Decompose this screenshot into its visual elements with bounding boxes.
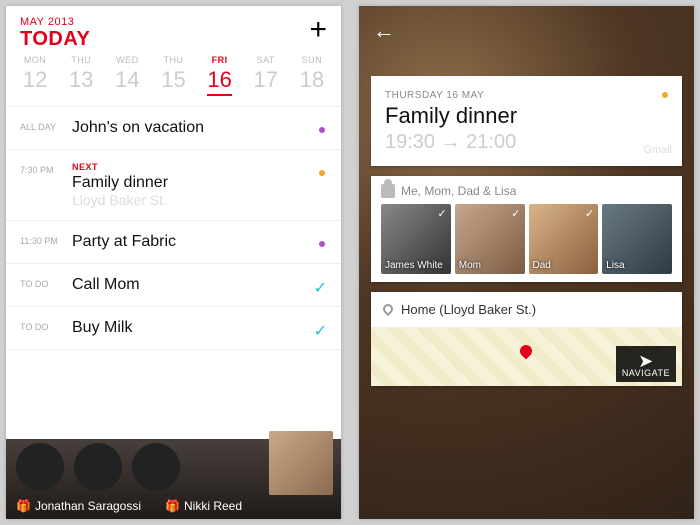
attendees-card[interactable]: Me, Mom, Dad & Lisa ✓James White ✓Mom ✓D… — [371, 176, 682, 282]
event-detail-screen: ← THURSDAY 16 MAY Family dinner 19:30 → … — [359, 6, 694, 519]
event-row[interactable]: 7:30 PM NEXT Family dinner Lloyd Baker S… — [6, 150, 341, 221]
navigate-arrow-icon: ➤ — [622, 354, 670, 368]
location-text: Home (Lloyd Baker St.) — [401, 302, 536, 317]
event-date: THURSDAY 16 MAY — [385, 90, 668, 101]
todo-row[interactable]: TO DO Call Mom ✓ — [6, 264, 341, 307]
gift-icon: 🎁 — [165, 499, 180, 513]
month-label: MAY 2013 — [20, 16, 90, 28]
todo-label: TO DO — [20, 276, 72, 289]
avatar-circle — [74, 443, 122, 491]
birthdays-tray[interactable]: 🎁Jonathan Saragossi 🎁Nikki Reed — [6, 439, 341, 519]
day-tue[interactable]: THU13 — [58, 55, 104, 96]
gift-icon: 🎁 — [16, 499, 31, 513]
navigate-button[interactable]: ➤ NAVIGATE — [616, 346, 676, 382]
event-title: Party at Fabric — [72, 233, 327, 251]
back-button[interactable]: ← — [373, 18, 395, 44]
day-mon[interactable]: MON12 — [12, 55, 58, 96]
person-icon — [381, 184, 395, 198]
calendar-dot-icon — [319, 170, 325, 176]
checkmark-icon: ✓ — [511, 207, 520, 220]
attendee-avatar[interactable]: Lisa — [602, 204, 672, 274]
calendar-day-screen: MAY 2013 TODAY + MON12 THU13 WED14 THU15… — [6, 6, 341, 519]
checkmark-icon[interactable]: ✓ — [314, 321, 327, 341]
attendee-avatar[interactable]: ✓Dad — [529, 204, 599, 274]
todo-title: Call Mom — [72, 276, 327, 294]
checkmark-icon: ✓ — [438, 207, 447, 220]
event-time: 11:30 PM — [20, 233, 72, 246]
checkmark-icon: ✓ — [585, 207, 594, 220]
day-thu[interactable]: THU15 — [150, 55, 196, 96]
week-strip: MON12 THU13 WED14 THU15 FRI16 SAT17 SUN1… — [6, 55, 341, 107]
attendee-avatar[interactable]: ✓James White — [381, 204, 451, 274]
avatar-circle — [16, 443, 64, 491]
attendee-avatar[interactable]: ✓Mom — [455, 204, 525, 274]
day-fri-selected[interactable]: FRI16 — [197, 55, 243, 96]
calendar-dot-icon — [319, 241, 325, 247]
map-pin-icon — [518, 343, 535, 360]
event-row[interactable]: 11:30 PM Party at Fabric — [6, 221, 341, 264]
checkmark-icon[interactable]: ✓ — [314, 278, 327, 298]
event-header-card[interactable]: THURSDAY 16 MAY Family dinner 19:30 → 21… — [371, 76, 682, 166]
event-title: Family dinner — [385, 103, 668, 129]
event-time: 7:30 PM — [20, 162, 72, 175]
event-subtitle: Lloyd Baker St. — [72, 192, 327, 208]
event-row[interactable]: ALL DAY John's on vacation — [6, 107, 341, 150]
day-wed[interactable]: WED14 — [104, 55, 150, 96]
avatar-circle — [132, 443, 180, 491]
todo-label: TO DO — [20, 319, 72, 332]
day-sat[interactable]: SAT17 — [243, 55, 289, 96]
attendees-summary: Me, Mom, Dad & Lisa — [401, 184, 516, 198]
event-time-range: 19:30 → 21:00 — [385, 131, 668, 154]
event-title: Family dinner — [72, 174, 327, 192]
todo-row[interactable]: TO DO Buy Milk ✓ — [6, 307, 341, 350]
birthday-photo — [269, 431, 333, 495]
location-card[interactable]: Home (Lloyd Baker St.) ➤ NAVIGATE — [371, 292, 682, 386]
map-preview[interactable]: ➤ NAVIGATE — [371, 328, 682, 386]
today-label: TODAY — [20, 28, 90, 51]
next-badge: NEXT — [72, 162, 327, 172]
add-event-button[interactable]: + — [309, 20, 327, 40]
event-source: Gmail — [643, 144, 672, 156]
calendar-dot-icon — [662, 92, 668, 98]
pin-icon — [381, 302, 395, 316]
event-time: ALL DAY — [20, 119, 72, 132]
birthday-person: 🎁Nikki Reed — [165, 499, 242, 513]
event-title: John's on vacation — [72, 119, 327, 137]
calendar-dot-icon — [319, 127, 325, 133]
todo-title: Buy Milk — [72, 319, 327, 337]
day-sun[interactable]: SUN18 — [289, 55, 335, 96]
birthday-person: 🎁Jonathan Saragossi — [16, 499, 141, 513]
